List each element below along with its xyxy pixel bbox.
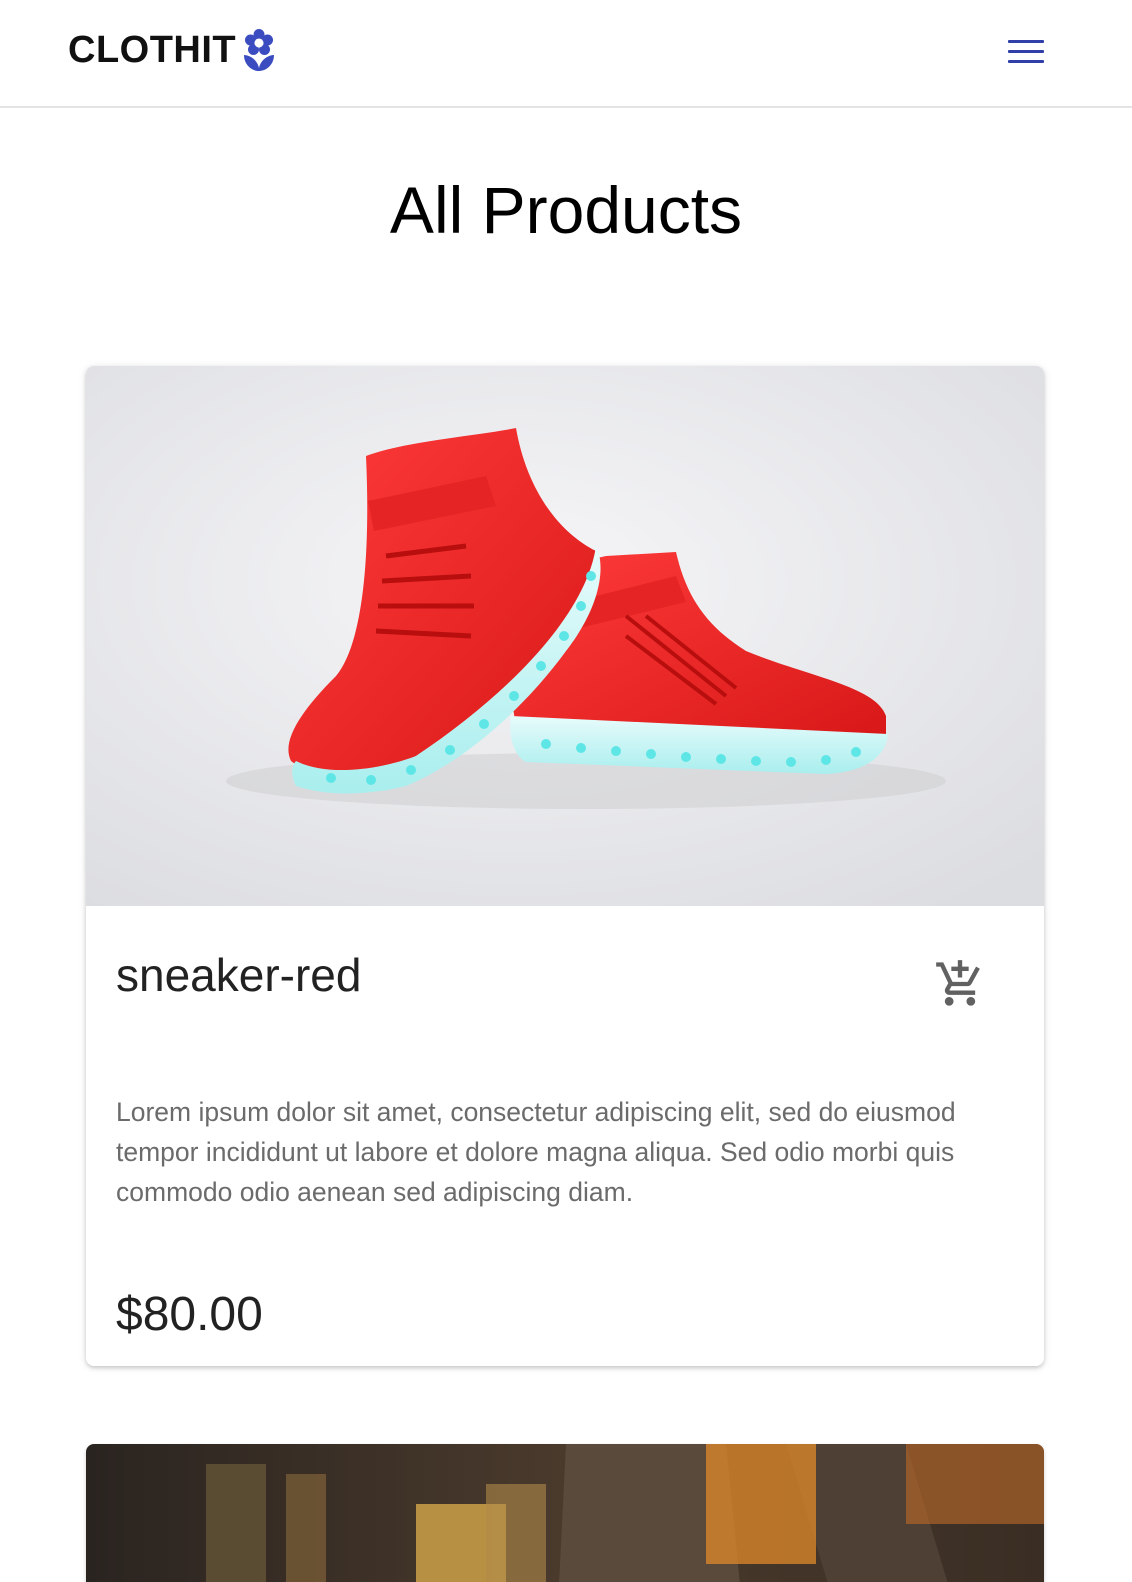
product-image[interactable]: [86, 1444, 1044, 1582]
add-to-cart-icon[interactable]: [934, 958, 986, 1010]
product-name[interactable]: sneaker-red: [116, 946, 361, 1004]
product-description: Lorem ipsum dolor sit amet, consectetur …: [116, 1097, 956, 1207]
page-title: All Products: [389, 173, 743, 247]
brand-logo-link[interactable]: CLOTHIT: [68, 28, 278, 72]
product-card: [86, 1444, 1044, 1582]
flower-icon: [244, 29, 275, 71]
product-image[interactable]: [86, 366, 1044, 906]
product-price: $80.00: [116, 1288, 263, 1341]
hamburger-menu-icon[interactable]: [1006, 38, 1046, 66]
product-card: sneaker-red Lorem ipsum dolor sit amet, …: [86, 366, 1044, 1366]
brand-name: CLOTHIT: [68, 29, 237, 71]
top-app-bar: CLOTHIT: [0, 0, 1132, 108]
